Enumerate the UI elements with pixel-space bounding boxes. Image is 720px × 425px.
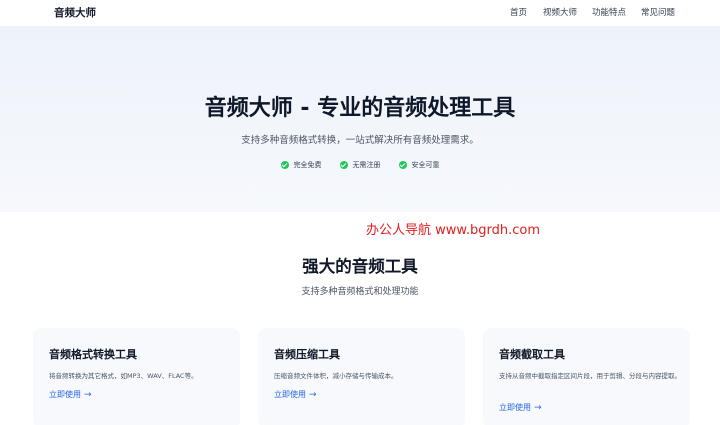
hero-section: 音频大师 - 专业的音频处理工具 支持多种音频格式转换，一站式解决所有音频处理需… xyxy=(0,26,720,212)
top-navbar: 音频大师 首页 视频大师 功能特点 常见问题 xyxy=(0,0,720,26)
badge-secure: 安全可靠 xyxy=(398,160,440,170)
badge-no-registration: 无需注册 xyxy=(339,160,381,170)
check-circle-icon xyxy=(398,161,407,169)
badge-label: 安全可靠 xyxy=(411,161,440,169)
nav-link-video-master[interactable]: 视频大师 xyxy=(543,6,577,18)
arrow-right-icon: → xyxy=(534,402,542,413)
nav-link-faq[interactable]: 常见问题 xyxy=(641,6,675,18)
tools-section-title: 强大的音频工具 xyxy=(302,257,418,276)
check-circle-icon xyxy=(280,161,289,169)
hero-title: 音频大师 - 专业的音频处理工具 xyxy=(204,96,516,121)
tool-card-trimmer[interactable]: 音频截取工具 支持从音频中截取指定区间片段，用于剪辑、分段与内容提取。 立即使用… xyxy=(483,328,690,425)
badge-label: 完全免费 xyxy=(293,161,322,169)
check-circle-icon xyxy=(339,161,348,169)
card-description: 支持从音频中截取指定区间片段，用于剪辑、分段与内容提取。 xyxy=(499,372,681,380)
card-title: 音频压缩工具 xyxy=(274,348,340,361)
arrow-right-icon: → xyxy=(84,389,92,400)
card-title: 音频格式转换工具 xyxy=(49,348,137,361)
brand-logo-text[interactable]: 音频大师 xyxy=(54,5,96,20)
hero-subtitle: 支持多种音频格式转换，一站式解决所有音频处理需求。 xyxy=(241,135,479,146)
card-description: 压缩音频文件体积，减小存储与传输成本。 xyxy=(274,372,398,380)
card-title: 音频截取工具 xyxy=(499,348,565,361)
card-description: 将音频转换为其它格式，如MP3、WAV、FLAC等。 xyxy=(49,372,198,380)
feature-badges: 完全免费 无需注册 安全可靠 xyxy=(0,160,720,170)
badge-free: 完全免费 xyxy=(280,160,322,170)
watermark-text: 办公人导航 www.bgrdh.com xyxy=(366,223,540,238)
link-label: 立即使用 xyxy=(49,390,81,399)
use-now-link[interactable]: 立即使用 → xyxy=(274,389,317,400)
link-label: 立即使用 xyxy=(499,403,531,412)
use-now-link[interactable]: 立即使用 → xyxy=(499,402,542,413)
use-now-link[interactable]: 立即使用 → xyxy=(49,389,92,400)
arrow-right-icon: → xyxy=(309,389,317,400)
tool-card-compressor[interactable]: 音频压缩工具 压缩音频文件体积，减小存储与传输成本。 立即使用 → xyxy=(258,328,465,425)
nav-link-home[interactable]: 首页 xyxy=(510,6,527,18)
nav-link-features[interactable]: 功能特点 xyxy=(592,6,626,18)
link-label: 立即使用 xyxy=(274,390,306,399)
tools-section-subtitle: 支持多种音频格式和处理功能 xyxy=(301,287,419,297)
badge-label: 无需注册 xyxy=(352,161,381,169)
tool-card-format-converter[interactable]: 音频格式转换工具 将音频转换为其它格式，如MP3、WAV、FLAC等。 立即使用… xyxy=(33,328,240,425)
